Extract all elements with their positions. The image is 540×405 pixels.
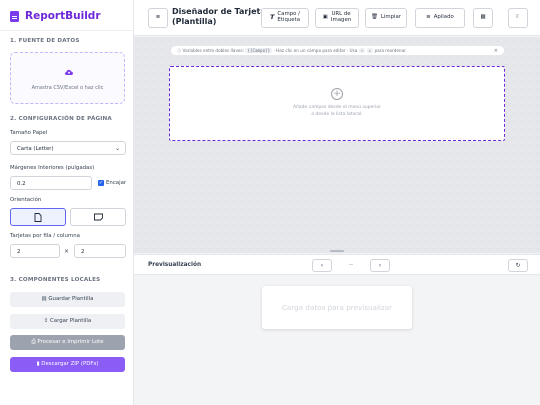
file-dropzone[interactable]: Arrastra CSV/Excel o haz clic bbox=[10, 52, 125, 104]
sidebar: ReportBuildr 1. FUENTE DE DATOS Arrastra… bbox=[0, 0, 134, 405]
cloud-upload-icon bbox=[65, 69, 73, 75]
text-icon: T bbox=[269, 13, 275, 22]
add-image-button[interactable]: ▣ URL de Imagen bbox=[315, 8, 359, 28]
grid-toggle-button[interactable]: ▦ bbox=[473, 8, 493, 28]
hint-mid: · Haz clic en un campo para editar · Usa bbox=[273, 48, 358, 53]
section-title-local: 3. COMPONENTES LOCALES bbox=[10, 277, 101, 283]
page-indicator: -- bbox=[349, 262, 353, 268]
app-name: ReportBuildr bbox=[25, 10, 101, 22]
hint-suffix: para reordenar. bbox=[374, 48, 407, 53]
dropzone-text: Arrastra CSV/Excel o haz clic bbox=[31, 85, 104, 91]
layout-button[interactable]: ≡ Apilado bbox=[415, 8, 465, 28]
cols-input[interactable]: 2 bbox=[10, 244, 60, 258]
chevron-left-icon: ‹ bbox=[320, 262, 324, 269]
upload-icon: ⇪ bbox=[43, 318, 49, 324]
load-template-label: Cargar Plantilla bbox=[50, 318, 92, 324]
divider bbox=[0, 30, 133, 31]
load-template-button[interactable]: ⇪ Cargar Plantilla bbox=[10, 314, 125, 329]
download-zip-button[interactable]: ▮ Descargar ZIP (PDFs) bbox=[10, 357, 125, 372]
hint-bar: ⓘ Variables entre dobles llaves: {{Campo… bbox=[170, 45, 505, 56]
rows-value: 2 bbox=[81, 248, 85, 255]
save-icon: ▤ bbox=[41, 296, 47, 302]
orientation-label: Orientación bbox=[10, 197, 42, 203]
process-print-label: Procesar e Imprimir Lote bbox=[37, 339, 104, 345]
preview-empty-state: Carga datos para previsualizar bbox=[262, 286, 412, 329]
paper-size-label: Tamaño Papel bbox=[10, 130, 48, 136]
theme-toggle-button[interactable]: ☾ bbox=[508, 8, 528, 28]
document-icon bbox=[10, 10, 19, 22]
moon-icon: ☾ bbox=[515, 14, 521, 21]
page-title: Diseñador de Tarjeta (Plantilla) bbox=[172, 7, 266, 26]
card-placeholder: Añade campos desde el menú superior o de… bbox=[170, 105, 504, 119]
refresh-preview-button[interactable]: ↻ bbox=[508, 259, 528, 272]
hint-down: ↓ bbox=[366, 48, 374, 53]
table-icon: ▦ bbox=[480, 14, 486, 21]
plus-circle-icon: + bbox=[331, 88, 343, 100]
margins-value: 0.2 bbox=[17, 180, 26, 187]
info-icon: ⓘ bbox=[177, 48, 182, 53]
template-card[interactable]: + Añade campos desde el menú superior o … bbox=[169, 66, 505, 141]
process-print-button[interactable]: ⎙ Procesar e Imprimir Lote bbox=[10, 335, 125, 350]
chevron-right-icon: › bbox=[378, 262, 382, 269]
clear-button[interactable]: 🗑 Limpiar bbox=[365, 8, 407, 28]
layout-label: Apilado bbox=[433, 14, 454, 21]
trash-icon: 🗑 bbox=[370, 14, 378, 21]
chevron-down-icon: ⌄ bbox=[114, 145, 120, 152]
add-field-label: Campo / Etiqueta bbox=[277, 11, 301, 24]
add-image-label: URL de Imagen bbox=[330, 11, 352, 24]
refresh-icon: ↻ bbox=[515, 262, 521, 269]
save-template-button[interactable]: ▤ Guardar Plantilla bbox=[10, 292, 125, 307]
next-page-button[interactable]: › bbox=[370, 259, 390, 272]
card-placeholder-line2: o desde la lista lateral. bbox=[311, 111, 363, 117]
menu-icon: ≡ bbox=[155, 14, 161, 21]
margins-label: Márgenes Interiores (pulgadas) bbox=[10, 165, 95, 171]
save-template-label: Guardar Plantilla bbox=[48, 296, 94, 302]
menu-button[interactable]: ≡ bbox=[148, 8, 168, 28]
cols-value: 2 bbox=[17, 248, 21, 255]
add-image-label-line2: Imagen bbox=[330, 17, 352, 23]
download-zip-label: Descargar ZIP (PDFs) bbox=[41, 361, 99, 367]
paper-size-select[interactable]: Carta (Letter) ⌄ bbox=[10, 141, 126, 155]
hint-code: {{Campo}} bbox=[245, 48, 273, 53]
resize-handle[interactable] bbox=[330, 250, 344, 252]
grid-label: Tarjetas por fila / columna bbox=[10, 233, 80, 239]
add-field-label-line2: Etiqueta bbox=[277, 17, 301, 23]
hint-prefix: Variables entre dobles llaves: bbox=[182, 48, 245, 53]
hint-up: ↑ bbox=[358, 48, 366, 53]
toolbar: ≡ Diseñador de Tarjeta (Plantilla) T Cam… bbox=[134, 0, 540, 36]
file-icon: ▮ bbox=[36, 361, 40, 367]
clear-label: Limpiar bbox=[380, 14, 402, 21]
section-title-data-source: 1. FUENTE DE DATOS bbox=[10, 38, 80, 44]
page-title-line1: Diseñador de Tarjeta bbox=[172, 7, 266, 16]
portrait-page-icon bbox=[34, 213, 42, 222]
times-sign: × bbox=[64, 248, 70, 255]
landscape-page-icon bbox=[94, 213, 103, 221]
close-icon[interactable]: × bbox=[494, 46, 498, 55]
fit-checkbox[interactable]: ✓ bbox=[98, 180, 104, 186]
fit-label: Encajar bbox=[106, 180, 127, 186]
brand: ReportBuildr bbox=[10, 10, 101, 22]
orientation-portrait-button[interactable] bbox=[10, 208, 66, 226]
preview-header: Previsualización ‹ -- › ↻ bbox=[134, 254, 540, 275]
section-title-page-config: 2. CONFIGURACIÓN DE PÁGINA bbox=[10, 116, 112, 122]
paper-size-value: Carta (Letter) bbox=[17, 145, 54, 152]
rows-input[interactable]: 2 bbox=[74, 244, 126, 258]
orientation-landscape-button[interactable] bbox=[70, 208, 126, 226]
page-title-line2: (Plantilla) bbox=[172, 16, 217, 26]
card-placeholder-line1: Añade campos desde el menú superior bbox=[292, 105, 382, 110]
preview-title: Previsualización bbox=[148, 262, 202, 268]
printer-icon: ⎙ bbox=[31, 339, 36, 345]
margins-input[interactable]: 0.2 bbox=[10, 176, 92, 190]
stack-icon: ≡ bbox=[426, 14, 431, 21]
image-icon: ▣ bbox=[322, 14, 328, 21]
add-field-button[interactable]: T Campo / Etiqueta bbox=[261, 8, 309, 28]
prev-page-button[interactable]: ‹ bbox=[312, 259, 332, 272]
